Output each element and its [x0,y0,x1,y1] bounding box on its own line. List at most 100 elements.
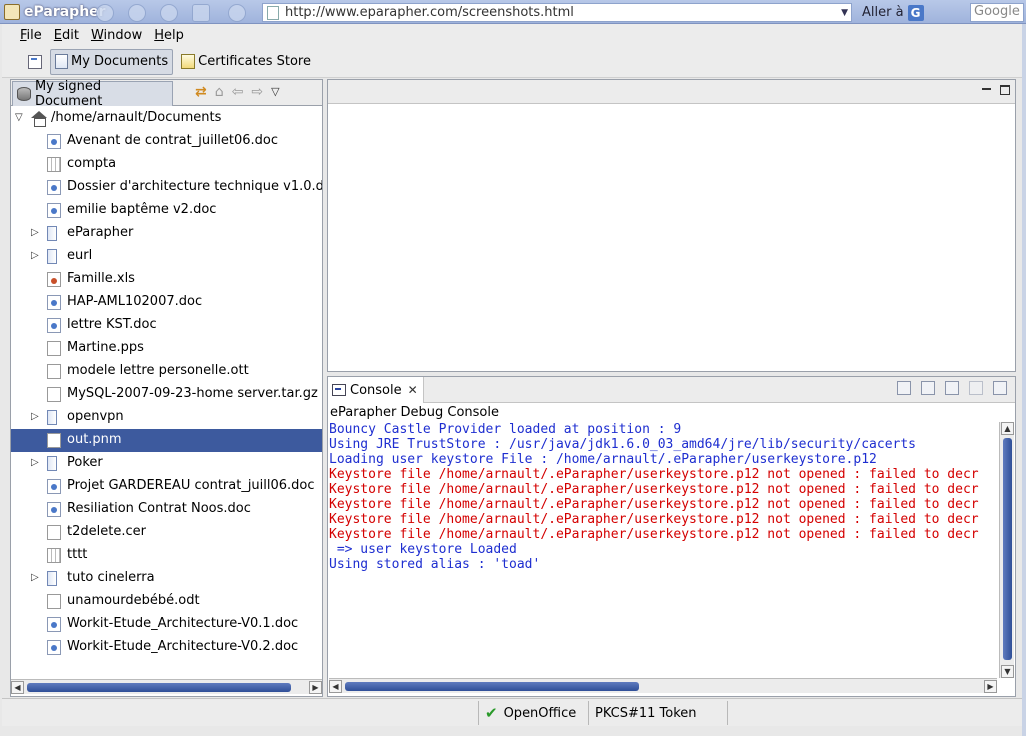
grid-file-icon [47,548,61,563]
scroll-left-icon[interactable]: ◀ [329,680,342,693]
tree-item[interactable]: ▷ eurl [11,245,322,268]
collapsed-icon[interactable]: ▷ [31,573,41,583]
menu-window[interactable]: Window [85,28,148,43]
scroll-thumb[interactable] [1003,438,1012,660]
token-label: PKCS#11 Token [595,705,697,721]
grid-file-icon [47,157,61,172]
console-vertical-scrollbar[interactable]: ▲ ▼ [999,422,1014,678]
display-console-icon[interactable] [969,381,983,395]
tree-item-label: Famille.xls [67,271,135,286]
scroll-right-icon[interactable]: ▶ [309,681,322,694]
tree-item[interactable]: ▷ eParapher [11,222,322,245]
scroll-thumb[interactable] [27,683,291,692]
tree-item[interactable]: MySQL-2007-09-23-home server.tar.gz [11,383,322,406]
tree-item[interactable]: Avenant de contrat_juillet06.doc [11,130,322,153]
home-nav-icon[interactable]: ⌂ [215,84,224,100]
tree-item[interactable]: Famille.xls [11,268,322,291]
close-icon[interactable]: ✕ [408,383,418,397]
console-header: Console ✕ [328,377,1015,403]
scroll-up-icon[interactable]: ▲ [1001,422,1014,435]
tree-item[interactable]: t2delete.cer [11,521,322,544]
tree-item[interactable]: ▷ openvpn [11,406,322,429]
bookmark-icon[interactable] [192,4,210,22]
google-search-icon: G [907,4,924,21]
tree-item-label: modele lettre personelle.ott [67,363,249,378]
collapsed-icon[interactable]: ▷ [31,228,41,238]
menu-edit[interactable]: Edit [48,28,85,43]
collapsed-icon[interactable]: ▷ [31,458,41,468]
collapsed-icon[interactable]: ▷ [31,251,41,261]
view-menu-icon[interactable]: ▽ [271,84,279,100]
tree-item-label: Resiliation Contrat Noos.doc [67,501,251,516]
new-window-button[interactable] [24,49,46,75]
tree-item-label: Projet GARDEREAU contrat_juill06.doc [67,478,315,493]
scroll-right-icon[interactable]: ▶ [984,680,997,693]
minimize-icon[interactable] [982,88,991,92]
tab-console[interactable]: Console ✕ [328,377,424,403]
tree-root[interactable]: ▽ /home/arnault/Documents [11,107,322,130]
document-icon [55,54,68,69]
tree-item[interactable]: Workit-Etude_Architecture-V0.1.doc [11,613,322,636]
tab-my-signed-document[interactable]: My signed Document [12,79,173,109]
console-line: Using JRE TrustStore : /usr/java/jdk1.6.… [329,437,916,452]
signed-documents-panel: My signed Document ⇄ ⌂ ⇦ ⇨ ▽ ▽ /home/arn… [10,79,323,697]
goto-button[interactable]: Aller à G [862,3,924,22]
tree-item[interactable]: Resiliation Contrat Noos.doc [11,498,322,521]
scroll-left-icon[interactable]: ◀ [11,681,24,694]
tree-item-label: unamourdebébé.odt [67,593,200,608]
tree-item-label: tttt [67,547,88,562]
doc-icon [47,640,61,655]
chevron-down-icon[interactable]: ▼ [841,8,848,18]
tree-horizontal-scrollbar[interactable]: ◀ ▶ [11,679,322,694]
tree-item[interactable]: emilie baptême v2.doc [11,199,322,222]
tree-item[interactable]: out.pnm [11,429,322,452]
open-console-icon[interactable] [993,381,1007,395]
tree-item-label: lettre KST.doc [67,317,157,332]
maximize-icon[interactable] [1000,85,1010,95]
tree-item[interactable]: Projet GARDEREAU contrat_juill06.doc [11,475,322,498]
home-icon[interactable] [160,4,178,22]
tree-item[interactable]: tttt [11,544,322,567]
tree-item[interactable]: HAP-AML102007.doc [11,291,322,314]
tree-item[interactable]: Martine.pps [11,337,322,360]
console-line: Keystore file /home/arnault/.eParapher/u… [329,467,979,482]
scroll-thumb[interactable] [345,682,639,691]
menu-file[interactable]: File [14,28,48,43]
tree-item[interactable]: ▷ Poker [11,452,322,475]
scroll-down-icon[interactable]: ▼ [1001,665,1014,678]
forward-arrow-icon[interactable]: ⇨ [251,84,263,100]
spreadsheet-icon [47,272,61,287]
collapsed-icon[interactable]: ▷ [31,412,41,422]
tree-item[interactable]: lettre KST.doc [11,314,322,337]
clear-console-icon[interactable] [897,381,911,395]
stop-icon[interactable] [128,4,146,22]
url-text: http://www.eparapher.com/screenshots.htm… [285,5,574,20]
tree-item[interactable]: Dossier d'architecture technique v1.0.do… [11,176,322,199]
certificates-store-label: Certificates Store [198,54,311,69]
sync-icon[interactable]: ⇄ [195,84,207,100]
folder-icon [47,410,57,425]
back-arrow-icon[interactable]: ⇦ [232,84,244,100]
url-field[interactable]: http://www.eparapher.com/screenshots.htm… [262,3,852,22]
token-status[interactable]: PKCS#11 Token [588,701,728,725]
back-icon[interactable] [96,4,114,22]
my-documents-button[interactable]: My Documents [50,48,174,75]
tree-item[interactable]: modele lettre personelle.ott [11,360,322,383]
openoffice-status[interactable]: ✔ OpenOffice [478,701,582,725]
tree-item[interactable]: unamourdebébé.odt [11,590,322,613]
google-icon[interactable] [228,4,246,22]
tree-item[interactable]: ▷ tuto cinelerra [11,567,322,590]
tree-item-label: compta [67,156,117,171]
tree-item[interactable]: Workit-Etude_Architecture-V0.2.doc [11,636,322,659]
expanded-icon[interactable]: ▽ [15,113,25,123]
console-line: Loading user keystore File : /home/arnau… [329,452,877,467]
menu-help[interactable]: Help [148,28,190,43]
console-output[interactable]: Bouncy Castle Provider loaded at positio… [329,422,998,678]
certificate-icon [181,54,196,69]
tree-item[interactable]: compta [11,153,322,176]
scroll-lock-icon[interactable] [921,381,935,395]
console-horizontal-scrollbar[interactable]: ◀ ▶ [329,678,997,693]
certificates-store-button[interactable]: Certificates Store [177,49,315,75]
search-input[interactable]: Google [970,3,1024,22]
pin-console-icon[interactable] [945,381,959,395]
